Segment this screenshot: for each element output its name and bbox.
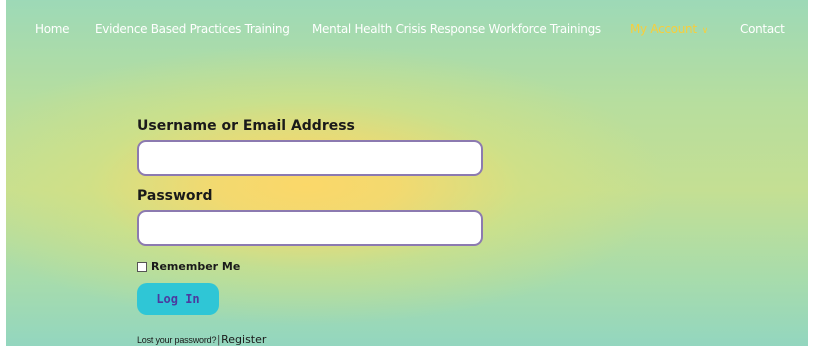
remember-me: Remember Me: [137, 260, 240, 273]
password-label: Password: [137, 188, 213, 204]
nav-item-my-account[interactable]: My Account ∨: [630, 22, 708, 36]
nav-item-home[interactable]: Home: [35, 22, 70, 36]
chevron-down-icon: ∨: [701, 26, 709, 36]
remember-me-checkbox[interactable]: [137, 261, 147, 272]
register-link[interactable]: Register: [221, 333, 266, 346]
nav-item-crisis-response-trainings[interactable]: Mental Health Crisis Response Workforce …: [312, 22, 601, 36]
log-in-button[interactable]: Log In: [137, 283, 219, 315]
account-links: Lost your password?|Register: [137, 330, 266, 348]
nav-item-my-account-label: My Account: [630, 22, 697, 36]
password-input[interactable]: [137, 210, 483, 246]
remember-me-label: Remember Me: [151, 260, 241, 273]
nav-item-contact[interactable]: Contact: [740, 22, 785, 36]
link-separator: |: [217, 334, 221, 346]
lost-password-link[interactable]: Lost your password?: [137, 335, 216, 345]
page-background: Home Evidence Based Practices Training M…: [6, 0, 808, 346]
nav-item-evidence-based-practices[interactable]: Evidence Based Practices Training: [95, 22, 290, 36]
username-label: Username or Email Address: [137, 118, 355, 134]
main-nav: Home Evidence Based Practices Training M…: [6, 22, 808, 40]
username-input[interactable]: [137, 140, 483, 176]
